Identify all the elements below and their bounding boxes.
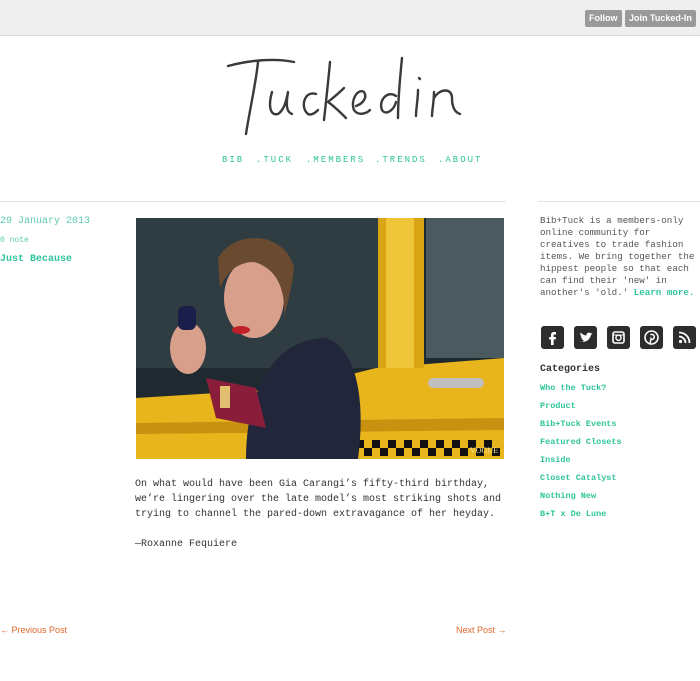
about-blurb: Bib+Tuck is a members-only online commun… xyxy=(540,215,698,299)
photo-watermark: VOGUE xyxy=(470,446,498,455)
post-body: On what would have been Gia Carangi’s fi… xyxy=(135,477,507,567)
nav-tuck[interactable]: .TUCK xyxy=(256,155,293,165)
category-link[interactable]: Closet Catalyst xyxy=(540,473,700,491)
social-icons xyxy=(541,326,699,350)
post-photo: VOGUE xyxy=(136,218,504,459)
site-logo[interactable] xyxy=(220,48,480,140)
post-byline: —Roxanne Fequiere xyxy=(135,539,238,550)
sidebar-divider xyxy=(538,201,700,202)
nav-members[interactable]: .MEMBERS xyxy=(306,155,365,165)
post-notes-link[interactable]: 0 note xyxy=(0,236,29,245)
post-title-link[interactable]: Just Because xyxy=(0,254,72,265)
nav-trends[interactable]: .TRENDS xyxy=(375,155,427,165)
category-link[interactable]: Bib+Tuck Events xyxy=(540,419,700,437)
next-post-link[interactable]: Next Post → xyxy=(456,625,507,635)
previous-post-link[interactable]: ← Previous Post xyxy=(0,625,67,635)
learn-more-link[interactable]: Learn more. xyxy=(634,287,695,298)
category-link[interactable]: Featured Closets xyxy=(540,437,700,455)
nav-bib[interactable]: BIB xyxy=(222,155,244,165)
twitter-icon[interactable] xyxy=(574,326,597,349)
categories-list: Who the Tuck? Product Bib+Tuck Events Fe… xyxy=(540,383,700,527)
category-link[interactable]: Inside xyxy=(540,455,700,473)
join-button[interactable]: Join Tucked-In xyxy=(625,10,696,27)
nav-about[interactable]: .ABOUT xyxy=(438,155,482,165)
rss-icon[interactable] xyxy=(673,326,696,349)
post-paragraph: On what would have been Gia Carangi’s fi… xyxy=(135,479,502,520)
facebook-icon[interactable] xyxy=(541,326,564,349)
content-divider xyxy=(0,201,506,202)
category-link[interactable]: Nothing New xyxy=(540,491,700,509)
category-link[interactable]: B+T x De Lune xyxy=(540,509,700,527)
categories-heading: Categories xyxy=(540,364,601,375)
post-date: 29 January 2013 xyxy=(0,216,91,227)
about-text: Bib+Tuck is a members-only online commun… xyxy=(540,215,695,298)
pinterest-icon[interactable] xyxy=(640,326,663,349)
main-nav: BIB .TUCK .MEMBERS .TRENDS .ABOUT xyxy=(0,155,700,169)
top-bar: Follow Join Tucked-In xyxy=(0,0,700,36)
category-link[interactable]: Who the Tuck? xyxy=(540,383,700,401)
category-link[interactable]: Product xyxy=(540,401,700,419)
follow-button[interactable]: Follow xyxy=(585,10,622,27)
instagram-icon[interactable] xyxy=(607,326,630,349)
